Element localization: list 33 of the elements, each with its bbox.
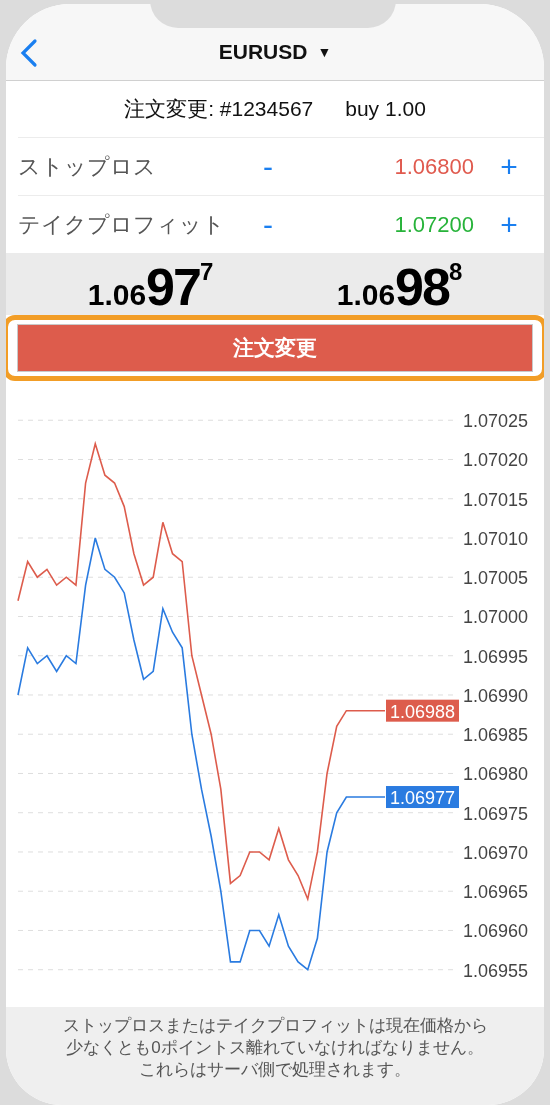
modify-order-button[interactable]: 注文変更	[17, 324, 533, 372]
tick-label: 1.06990	[463, 686, 529, 706]
note-text: これらはサーバ側で処理されます。	[139, 1059, 411, 1081]
tick-label: 1.06980	[463, 764, 529, 785]
level-label: テイクプロフィット	[18, 210, 226, 239]
level-value[interactable]: 1.06800	[394, 153, 474, 180]
tick-label: 1.06995	[463, 646, 529, 667]
tick-label: 1.06970	[463, 842, 529, 863]
plus-button[interactable]: +	[500, 151, 518, 182]
tick-label: 1.06965	[463, 882, 529, 903]
tick-label: 1.06960	[463, 921, 529, 942]
price-tag: 1.06977	[386, 786, 459, 809]
price-tag: 1.06988	[386, 699, 459, 722]
note-text: ストップロスまたはテイクプロフィットは現在価格から	[62, 1015, 488, 1037]
tick-label: 1.07015	[463, 489, 529, 510]
symbol-title[interactable]: EURUSD ▼	[218, 40, 332, 64]
tick-label: 1.06975	[463, 803, 529, 824]
trade-info: buy 1.00	[345, 97, 426, 121]
tick-label: 1.07010	[463, 529, 529, 549]
plus-button[interactable]: +	[500, 209, 518, 240]
note-text: 少なくとも0ポイントス離れていなければなりません。	[66, 1037, 484, 1059]
tick-label: 1.07020	[463, 450, 529, 471]
level-label: ストップロス	[18, 152, 157, 181]
minus-button[interactable]: -	[263, 209, 273, 240]
tick-label: 1.06955	[463, 960, 529, 981]
dropdown-caret[interactable]: ▼	[317, 44, 332, 60]
tick-label: 1.06985	[463, 725, 529, 746]
minus-button[interactable]: -	[263, 151, 273, 182]
tick-label: 1.07000	[463, 607, 529, 628]
level-value[interactable]: 1.07200	[394, 211, 474, 238]
tick-label: 1.07005	[463, 568, 529, 589]
tick-label: 1.07025	[463, 411, 529, 432]
order-label: 注文変更: #1234567	[124, 96, 314, 122]
